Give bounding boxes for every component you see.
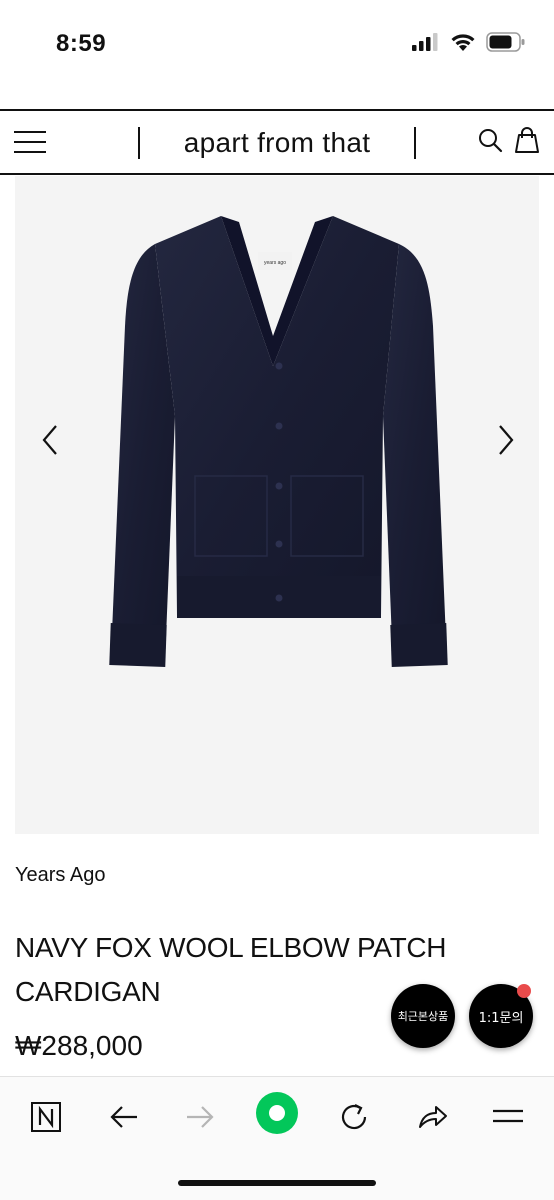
menu-icon[interactable] [488, 1097, 528, 1137]
home-indicator [178, 1180, 376, 1186]
recently-viewed-button[interactable]: 최근본상품 [391, 984, 455, 1048]
forward-arrow-icon[interactable] [180, 1097, 220, 1137]
next-image-arrow-icon[interactable] [490, 420, 520, 460]
cardigan-illustration: years ago [109, 216, 448, 667]
search-icon[interactable] [478, 128, 504, 154]
recently-viewed-label: 최근본상품 [397, 1010, 449, 1023]
status-time: 8:59 [56, 30, 107, 57]
brand-name: apart from that [183, 127, 371, 158]
status-icons [412, 32, 526, 52]
battery-icon [486, 32, 525, 52]
back-arrow-icon[interactable] [104, 1097, 144, 1137]
garment-label-text: years ago [264, 260, 286, 266]
naver-n-icon[interactable] [26, 1097, 66, 1137]
wifi-icon [451, 33, 475, 51]
product-price: ₩288,000 [15, 1030, 143, 1061]
inquiry-button[interactable]: 1:1문의 [469, 984, 533, 1048]
hamburger-menu-icon[interactable] [14, 131, 46, 153]
share-icon[interactable] [412, 1097, 452, 1137]
previous-image-arrow-icon[interactable] [36, 420, 66, 460]
site-header: apart from that [0, 109, 554, 175]
notification-dot [517, 984, 531, 998]
shopping-bag-icon[interactable] [514, 126, 540, 154]
product-brand[interactable]: Years Ago [15, 864, 105, 887]
green-home-dot-icon[interactable] [255, 1091, 299, 1135]
product-image[interactable]: years ago [15, 176, 539, 834]
inquiry-label: 1:1문의 [478, 1010, 524, 1026]
status-bar: 8:59 [0, 0, 554, 90]
brand-logo[interactable]: apart from that [138, 127, 416, 159]
refresh-icon[interactable] [334, 1097, 374, 1137]
cellular-signal-icon [412, 33, 438, 51]
